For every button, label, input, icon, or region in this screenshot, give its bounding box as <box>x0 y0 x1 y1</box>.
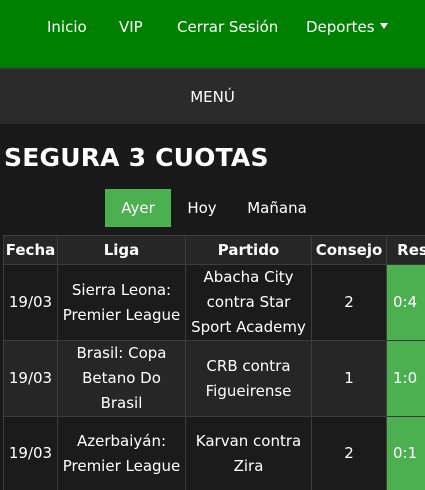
predictions-table: Fecha Liga Partido Consejo Res 19/03 Sie… <box>3 235 425 490</box>
cell-resultado: 1:0 <box>386 340 425 417</box>
cell-consejo: 2 <box>311 264 387 341</box>
cell-consejo: 2 <box>311 416 387 490</box>
cell-resultado: 0:4 <box>386 264 425 341</box>
column-header-consejo: Consejo <box>311 235 387 265</box>
page-title: SEGURA 3 CUOTAS <box>4 143 269 172</box>
tab-hoy[interactable]: Hoy <box>173 189 231 227</box>
menu-toggle-bar[interactable]: MENÚ <box>0 68 425 124</box>
cell-partido: Karvan contra Zira <box>185 416 312 490</box>
nav-link-inicio[interactable]: Inicio <box>47 17 87 37</box>
cell-consejo: 1 <box>311 340 387 417</box>
column-header-liga: Liga <box>57 235 186 265</box>
column-header-fecha: Fecha <box>3 235 58 265</box>
table-row: 19/03 Brasil: Copa Betano Do Brasil CRB … <box>3 340 425 417</box>
cell-fecha: 19/03 <box>3 340 58 417</box>
cell-liga: Sierra Leona: Premier League <box>57 264 186 341</box>
menu-label: MENÚ <box>190 88 235 106</box>
cell-partido: Abacha City contra Star Sport Academy <box>185 264 312 341</box>
cell-resultado: 0:1 <box>386 416 425 490</box>
main-content: SEGURA 3 CUOTAS Ayer Hoy Mañana Fecha Li… <box>0 124 425 490</box>
tab-manana[interactable]: Mañana <box>233 189 321 227</box>
nav-link-vip[interactable]: VIP <box>119 17 143 37</box>
cell-partido: CRB contra Figueirense <box>185 340 312 417</box>
table-row: 19/03 Azerbaiyán: Premier League Karvan … <box>3 416 425 490</box>
nav-dropdown-deportes[interactable]: Deportes <box>306 17 388 37</box>
nav-dropdown-deportes-label: Deportes <box>306 18 375 36</box>
cell-fecha: 19/03 <box>3 264 58 341</box>
cell-fecha: 19/03 <box>3 416 58 490</box>
top-navigation: Inicio VIP Cerrar Sesión Deportes <box>0 0 425 68</box>
table-row: 19/03 Sierra Leona: Premier League Abach… <box>3 264 425 341</box>
column-header-partido: Partido <box>185 235 312 265</box>
cell-liga: Azerbaiyán: Premier League <box>57 416 186 490</box>
caret-down-icon <box>379 22 388 29</box>
cell-liga: Brasil: Copa Betano Do Brasil <box>57 340 186 417</box>
table-header-row: Fecha Liga Partido Consejo Res <box>3 235 425 265</box>
nav-link-cerrar-sesion[interactable]: Cerrar Sesión <box>177 17 278 37</box>
tab-ayer[interactable]: Ayer <box>105 189 171 227</box>
column-header-res: Res <box>386 235 425 265</box>
